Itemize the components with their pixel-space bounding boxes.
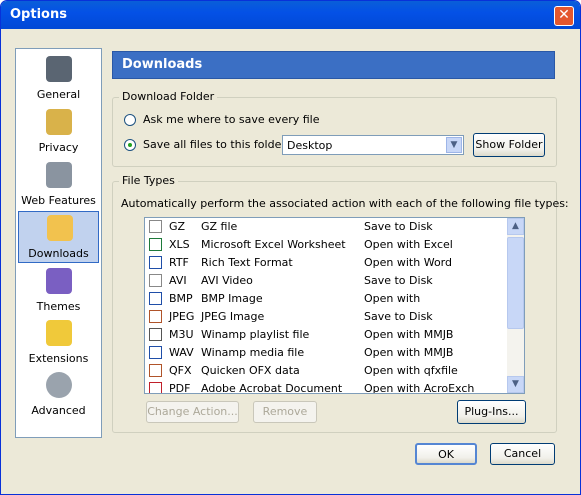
file-ext: M3U	[169, 328, 194, 341]
file-ext: WAV	[169, 346, 194, 359]
category-label: Themes	[36, 300, 81, 313]
key-icon	[46, 109, 72, 135]
file-action: Open with qfxfile	[364, 364, 458, 377]
scroll-thumb[interactable]	[507, 237, 524, 329]
category-privacy[interactable]: Privacy	[18, 106, 99, 156]
image-file-icon	[149, 310, 162, 323]
cancel-button[interactable]: Cancel	[490, 443, 555, 465]
file-action: Open with MMJB	[364, 346, 454, 359]
file-types-list[interactable]: GZ GZ file Save to Disk XLS Microsoft Ex…	[144, 217, 525, 394]
list-item[interactable]: BMP BMP Image Open with	[145, 290, 507, 308]
category-advanced[interactable]: Advanced	[18, 369, 99, 419]
general-switch-icon	[46, 56, 72, 82]
list-item[interactable]: PDF Adobe Acrobat Document Open with Acr…	[145, 380, 507, 394]
file-types-description: Automatically perform the associated act…	[121, 197, 569, 210]
file-types-scrollbar[interactable]: ▲ ▼	[507, 218, 524, 393]
title-bar[interactable]: Options ✕	[1, 1, 580, 29]
file-ext: AVI	[169, 274, 187, 287]
ask-location-radio[interactable]	[124, 114, 136, 126]
file-ext: JPEG	[169, 310, 195, 323]
quicken-file-icon	[149, 364, 162, 377]
download-folder-value: Desktop	[287, 139, 333, 152]
list-item[interactable]: XLS Microsoft Excel Worksheet Open with …	[145, 236, 507, 254]
list-item[interactable]: GZ GZ file Save to Disk	[145, 218, 507, 236]
file-action: Open with AcroExch	[364, 382, 475, 394]
category-list: General Privacy Web Features Downloads T…	[15, 48, 102, 438]
category-label: Downloads	[28, 247, 89, 260]
file-action: Save to Disk	[364, 310, 433, 323]
plugins-button[interactable]: Plug-Ins...	[457, 400, 526, 424]
file-action: Open with Word	[364, 256, 452, 269]
file-action: Save to Disk	[364, 220, 433, 233]
category-themes[interactable]: Themes	[18, 265, 99, 315]
list-item[interactable]: M3U Winamp playlist file Open with MMJB	[145, 326, 507, 344]
show-folder-button[interactable]: Show Folder	[473, 133, 545, 157]
list-item[interactable]: AVI AVI Video Save to Disk	[145, 272, 507, 290]
category-downloads[interactable]: Downloads	[18, 211, 99, 263]
ask-location-label[interactable]: Ask me where to save every file	[143, 113, 320, 126]
category-label: Web Features	[21, 194, 96, 207]
folder-download-icon	[47, 215, 73, 241]
scroll-up-icon[interactable]: ▲	[507, 218, 524, 235]
file-action: Open with Excel	[364, 238, 453, 251]
list-item[interactable]: QFX Quicken OFX data Open with qfxfile	[145, 362, 507, 380]
image-file-icon	[149, 292, 162, 305]
file-desc: JPEG Image	[201, 310, 265, 323]
file-action: Open with	[364, 292, 421, 305]
file-desc: Rich Text Format	[201, 256, 293, 269]
remove-button[interactable]: Remove	[253, 401, 317, 423]
puzzle-pieces-icon	[46, 320, 72, 346]
file-ext: RTF	[169, 256, 189, 269]
save-to-folder-radio[interactable]	[124, 139, 136, 151]
category-label: General	[36, 88, 81, 101]
paint-brushes-icon	[46, 268, 72, 294]
file-types-legend: File Types	[119, 174, 178, 187]
category-web-features[interactable]: Web Features	[18, 159, 99, 209]
file-desc: Quicken OFX data	[201, 364, 300, 377]
list-item[interactable]: RTF Rich Text Format Open with Word	[145, 254, 507, 272]
file-action: Save to Disk	[364, 274, 433, 287]
file-desc: Adobe Acrobat Document	[201, 382, 343, 394]
file-ext: XLS	[169, 238, 190, 251]
file-ext: PDF	[169, 382, 191, 394]
file-ext: GZ	[169, 220, 186, 233]
download-folder-legend: Download Folder	[119, 90, 218, 103]
playlist-file-icon	[149, 328, 162, 341]
list-item[interactable]: WAV Winamp media file Open with MMJB	[145, 344, 507, 362]
video-file-icon	[149, 274, 162, 287]
file-desc: AVI Video	[201, 274, 253, 287]
save-to-folder-label[interactable]: Save all files to this folder:	[143, 138, 289, 151]
category-label: Privacy	[38, 141, 79, 154]
file-desc: Microsoft Excel Worksheet	[201, 238, 346, 251]
archive-file-icon	[149, 220, 162, 233]
gears-icon	[46, 372, 72, 398]
category-label: Extensions	[28, 352, 89, 365]
file-desc: BMP Image	[201, 292, 263, 305]
list-item[interactable]: JPEG JPEG Image Save to Disk	[145, 308, 507, 326]
file-desc: Winamp media file	[201, 346, 305, 359]
category-general[interactable]: General	[18, 53, 99, 103]
panel-title: Downloads	[122, 57, 203, 72]
ok-button[interactable]: OK	[415, 443, 477, 465]
word-file-icon	[149, 256, 162, 269]
file-desc: GZ file	[201, 220, 238, 233]
file-ext: BMP	[169, 292, 193, 305]
options-dialog: Options ✕ General Privacy Web Features D…	[0, 0, 581, 495]
audio-file-icon	[149, 346, 162, 359]
download-folder-select[interactable]: Desktop ▼	[282, 135, 464, 155]
pdf-file-icon	[149, 382, 162, 393]
change-action-button[interactable]: Change Action...	[146, 401, 239, 423]
chevron-down-icon[interactable]: ▼	[446, 137, 462, 153]
close-button[interactable]: ✕	[554, 6, 574, 26]
puzzle-plug-icon	[46, 162, 72, 188]
file-ext: QFX	[169, 364, 192, 377]
excel-file-icon	[149, 238, 162, 251]
file-action: Open with MMJB	[364, 328, 454, 341]
category-extensions[interactable]: Extensions	[18, 317, 99, 367]
panel-header: Downloads	[112, 51, 555, 79]
file-desc: Winamp playlist file	[201, 328, 310, 341]
window-title: Options	[10, 7, 67, 22]
scroll-down-icon[interactable]: ▼	[507, 376, 524, 393]
category-label: Advanced	[31, 404, 86, 417]
